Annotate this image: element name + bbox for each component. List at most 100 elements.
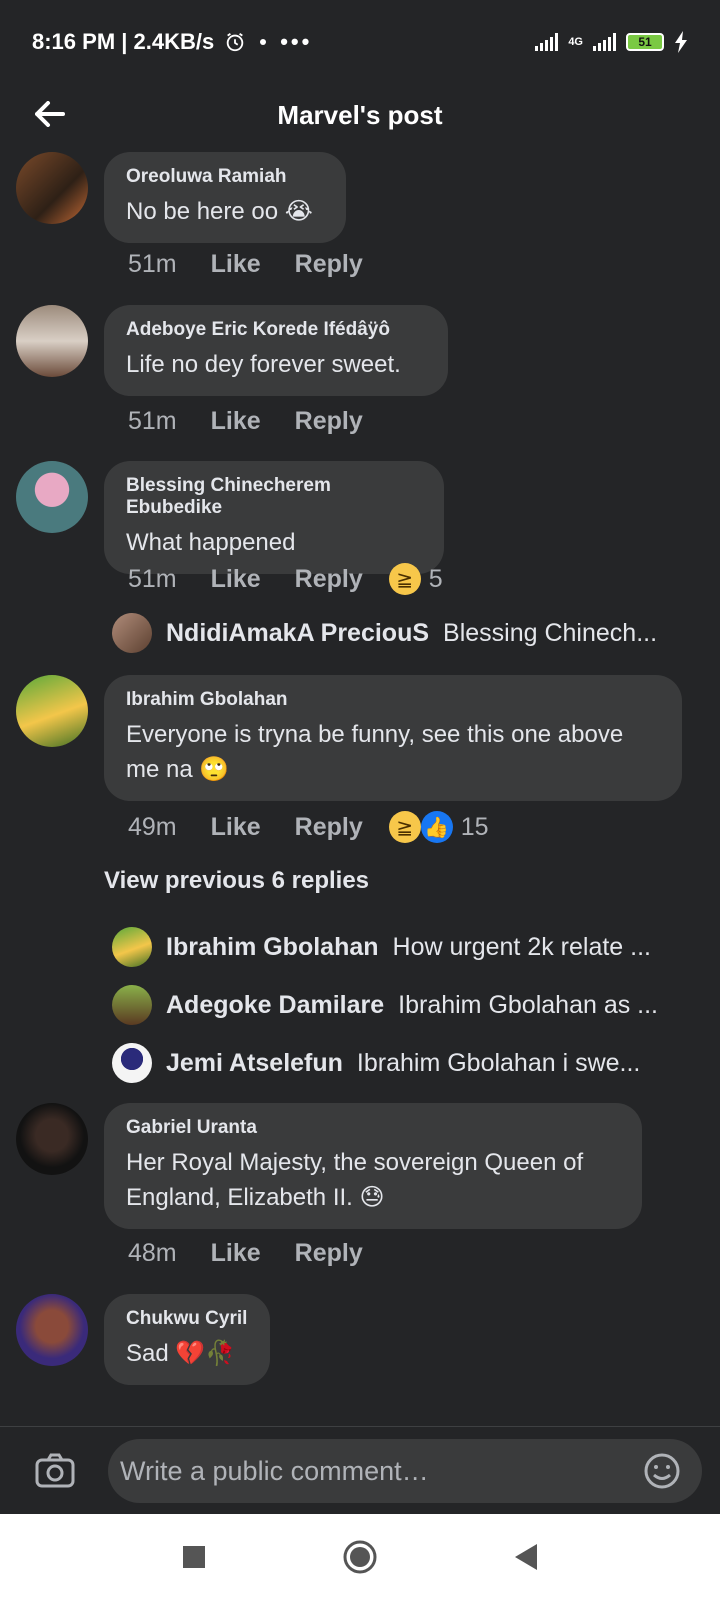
signal-icon-2 [593, 33, 616, 51]
status-bar: 8:16 PM | 2.4KB/s ••• 4G 51 [0, 0, 720, 84]
comment-text: Her Royal Majesty, the sovereign Queen o… [126, 1149, 584, 1211]
camera-icon[interactable] [34, 1449, 76, 1491]
reply-button[interactable]: Reply [295, 813, 363, 842]
comment-time: 51m [128, 564, 177, 593]
comment-time: 48m [128, 1239, 177, 1267]
crying-emoji: 😭 [284, 197, 313, 225]
network-type: 4G [568, 36, 583, 48]
status-time: 8:16 PM | 2.4KB/s [32, 29, 215, 54]
reply-avatar [112, 613, 152, 653]
reaction-count: 15 [460, 812, 489, 841]
status-right: 4G 51 [535, 31, 688, 53]
reply-text: How urgent 2k relate ... [392, 932, 651, 961]
back-nav-button[interactable] [502, 1533, 550, 1581]
reaction-count: 5 [428, 564, 443, 593]
home-button[interactable] [336, 1533, 384, 1581]
comment-text: Life no dey forever sweet. [126, 351, 401, 378]
emoji-picker-icon[interactable] [642, 1451, 682, 1491]
square-icon [183, 1546, 205, 1568]
like-button[interactable]: Like [211, 250, 261, 279]
reply-text: Blessing Chinech... [443, 618, 658, 647]
reply-preview[interactable]: Ibrahim Gbolahan How urgent 2k relate ..… [112, 925, 651, 969]
comment-actions: 51m Like Reply [128, 407, 363, 436]
avatar[interactable] [16, 305, 88, 377]
comment-bubble[interactable]: Adeboye Eric Korede Ifédâÿô Life no dey … [104, 305, 448, 396]
comment-text: No be here oo 😭 [126, 197, 313, 225]
comment-text: What happened [126, 529, 296, 556]
comment-author[interactable]: Blessing Chinecherem Ebubedike [126, 475, 422, 519]
circle-icon [343, 1540, 377, 1574]
back-button[interactable] [28, 92, 72, 136]
reply-text: Ibrahim Gbolahan i swe... [356, 1048, 641, 1077]
comment-author[interactable]: Gabriel Uranta [126, 1117, 620, 1139]
comment-author[interactable]: Oreoluwa Ramiah [126, 166, 324, 188]
avatar[interactable] [16, 461, 88, 533]
battery-level: 51 [638, 35, 652, 49]
comment-bubble[interactable]: Blessing Chinecherem Ebubedike What happ… [104, 461, 444, 574]
like-reaction-icon: 👍 [420, 811, 453, 843]
reply-button[interactable]: Reply [295, 565, 363, 594]
alarm-icon [226, 32, 244, 52]
header: Marvel's post [0, 84, 720, 146]
haha-reaction-icon: ≧ [388, 811, 421, 843]
comment-author[interactable]: Ibrahim Gbolahan [126, 689, 660, 711]
broken-heart-emoji: 💔🥀 [175, 1339, 236, 1367]
reply-author: Jemi Atselefun [166, 1048, 343, 1077]
page-title: Marvel's post [277, 99, 443, 130]
reply-avatar [112, 1043, 152, 1083]
recent-apps-button[interactable] [170, 1533, 218, 1581]
reactions-summary[interactable]: ≧ 5 [388, 563, 443, 595]
comment-bubble[interactable]: Ibrahim Gbolahan Everyone is tryna be fu… [104, 675, 682, 801]
reply-text: Ibrahim Gbolahan as ... [398, 990, 659, 1019]
sweat-emoji: 😓 [359, 1183, 385, 1211]
haha-reaction-icon: ≧ [388, 563, 421, 595]
comments-list[interactable]: Oreoluwa Ramiah No be here oo 😭 51m Like… [0, 146, 720, 1426]
comment-actions: 48m Like Reply [128, 1239, 363, 1268]
comment-time: 51m [128, 250, 177, 278]
battery-icon: 51 [626, 33, 664, 51]
comment-actions: 51m Like Reply [128, 250, 363, 279]
comment-composer [0, 1426, 720, 1515]
reply-avatar [112, 985, 152, 1025]
eye-roll-emoji: 🙄 [199, 755, 230, 783]
reply-button[interactable]: Reply [295, 407, 363, 436]
avatar[interactable] [16, 675, 88, 747]
comment-bubble[interactable]: Gabriel Uranta Her Royal Majesty, the so… [104, 1103, 642, 1229]
comment-time: 49m [128, 812, 177, 841]
comment-author[interactable]: Chukwu Cyril [126, 1308, 248, 1330]
comment-actions: 51m Like Reply ≧ 5 [128, 563, 443, 595]
avatar[interactable] [16, 1103, 88, 1175]
like-button[interactable]: Like [211, 1239, 261, 1268]
comment-author[interactable]: Adeboye Eric Korede Ifédâÿô [126, 319, 426, 341]
reactions-summary[interactable]: ≧ 👍 15 [388, 811, 489, 843]
more-status-icon: ••• [280, 29, 313, 54]
reply-button[interactable]: Reply [295, 1239, 363, 1268]
view-previous-replies-link[interactable]: View previous 6 replies [104, 867, 369, 895]
reply-avatar [112, 927, 152, 967]
charging-icon [675, 31, 687, 53]
comment-actions: 49m Like Reply ≧ 👍 15 [128, 811, 489, 843]
reply-button[interactable]: Reply [295, 250, 363, 279]
like-button[interactable]: Like [211, 565, 261, 594]
comment-bubble[interactable]: Oreoluwa Ramiah No be here oo 😭 [104, 152, 346, 243]
notification-icon [260, 39, 267, 45]
reply-author: Adegoke Damilare [166, 990, 385, 1019]
back-arrow-icon [35, 101, 65, 127]
status-left: 8:16 PM | 2.4KB/s ••• [32, 29, 312, 55]
signal-icon [535, 33, 559, 51]
comment-time: 51m [128, 407, 177, 435]
comment-bubble[interactable]: Chukwu Cyril Sad 💔🥀 [104, 1294, 270, 1385]
avatar[interactable] [16, 1294, 88, 1366]
like-button[interactable]: Like [211, 813, 261, 842]
comment-input[interactable] [108, 1439, 702, 1503]
reply-preview[interactable]: Adegoke Damilare Ibrahim Gbolahan as ... [112, 983, 658, 1027]
reply-author: Ibrahim Gbolahan [166, 932, 379, 961]
comment-text: Everyone is tryna be funny, see this one… [126, 721, 624, 783]
like-button[interactable]: Like [211, 407, 261, 436]
navigation-bar [0, 1514, 720, 1600]
reply-preview[interactable]: NdidiAmakA PreciouS Blessing Chinech... [112, 611, 657, 655]
avatar[interactable] [16, 152, 88, 224]
triangle-back-icon [515, 1544, 537, 1570]
comment-text: Sad 💔🥀 [126, 1339, 236, 1367]
reply-preview[interactable]: Jemi Atselefun Ibrahim Gbolahan i swe... [112, 1041, 640, 1085]
